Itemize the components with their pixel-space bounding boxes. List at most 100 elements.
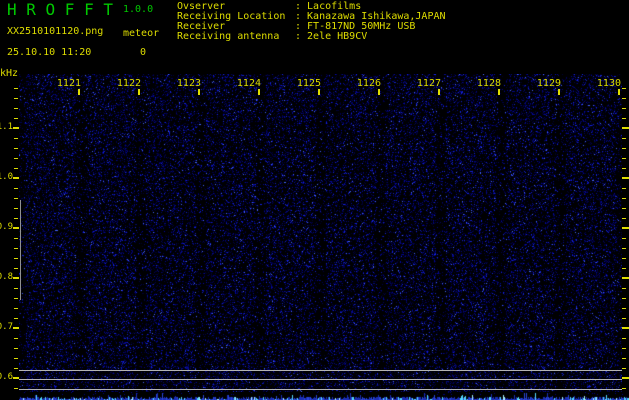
station-info-label: Receiving antenna	[177, 32, 295, 42]
freq-minor-tick-right	[622, 388, 626, 389]
station-info: Ovserver:LacofilmsReceiving Location:Kan…	[177, 2, 446, 42]
freq-tick-label: 0.6	[0, 373, 13, 382]
time-tick	[258, 89, 260, 95]
freq-minor-tick-right	[622, 258, 626, 259]
freq-major-tick-right	[622, 377, 629, 379]
freq-minor-tick-right	[622, 168, 626, 169]
freq-minor-tick-left	[14, 308, 18, 309]
time-tick	[618, 89, 620, 95]
station-info-row: Receiving antenna:2ele HB9CV	[177, 32, 446, 42]
freq-major-tick-right	[622, 227, 629, 229]
freq-minor-tick-left	[14, 358, 18, 359]
freq-minor-tick-right	[622, 358, 626, 359]
freq-minor-tick-right	[622, 118, 626, 119]
freq-minor-tick-right	[622, 308, 626, 309]
freq-minor-tick-left	[14, 318, 18, 319]
freq-minor-tick-left	[14, 148, 18, 149]
time-tick-label: 1128	[477, 79, 501, 89]
time-tick	[498, 89, 500, 95]
freq-major-tick-left	[13, 227, 19, 229]
freq-minor-tick-right	[622, 318, 626, 319]
freq-minor-tick-left	[14, 238, 18, 239]
freq-major-tick-right	[622, 127, 629, 129]
echo-count: 0	[140, 48, 146, 58]
station-info-value: 2ele HB9CV	[307, 32, 367, 42]
observation-datetime: 25.10.10 11:20	[7, 48, 91, 58]
freq-major-tick-left	[13, 127, 19, 129]
time-tick-label: 1121	[57, 79, 81, 89]
app-version: 1.0.0	[123, 5, 153, 15]
freq-minor-tick-left	[14, 218, 18, 219]
freq-minor-tick-right	[622, 288, 626, 289]
freq-minor-tick-left	[14, 118, 18, 119]
freq-minor-tick-right	[622, 238, 626, 239]
freq-major-tick-left	[13, 177, 19, 179]
freq-major-tick-right	[622, 177, 629, 179]
freq-minor-tick-right	[622, 138, 626, 139]
freq-minor-tick-right	[622, 108, 626, 109]
time-tick-label: 1122	[117, 79, 141, 89]
freq-minor-tick-left	[14, 348, 18, 349]
carrier-signal-line	[19, 379, 622, 380]
time-tick-label: 1130	[597, 79, 621, 89]
freq-tick-label: 0.9	[0, 223, 13, 232]
freq-major-tick-right	[622, 277, 629, 279]
time-tick-label: 1129	[537, 79, 561, 89]
hrofft-window: H R O F F T 1.0.0 XX2510101120.png meteo…	[0, 0, 629, 400]
freq-minor-tick-left	[14, 138, 18, 139]
freq-minor-tick-left	[14, 108, 18, 109]
freq-minor-tick-right	[622, 148, 626, 149]
output-filename: XX2510101120.png	[7, 27, 103, 37]
freq-minor-tick-right	[622, 188, 626, 189]
freq-minor-tick-right	[622, 208, 626, 209]
freq-tick-label: 1.1	[0, 123, 13, 132]
freq-tick-label: 1.0	[0, 173, 13, 182]
app-title: H R O F F T	[7, 2, 113, 18]
freq-tick-label: 0.8	[0, 273, 13, 282]
freq-minor-tick-right	[622, 218, 626, 219]
time-tick-label: 1123	[177, 79, 201, 89]
freq-minor-tick-right	[622, 348, 626, 349]
freq-minor-tick-right	[622, 158, 626, 159]
freq-minor-tick-left	[14, 208, 18, 209]
time-tick-label: 1127	[417, 79, 441, 89]
time-tick	[78, 89, 80, 95]
freq-tick-label: 0.7	[0, 323, 13, 332]
freq-minor-tick-left	[14, 188, 18, 189]
freq-minor-tick-left	[14, 338, 18, 339]
time-tick-label: 1126	[357, 79, 381, 89]
freq-minor-tick-left	[14, 98, 18, 99]
freq-minor-tick-right	[622, 198, 626, 199]
freq-minor-tick-left	[14, 88, 18, 89]
freq-minor-tick-left	[14, 268, 18, 269]
carrier-signal-line	[19, 389, 622, 390]
signal-level-strip	[19, 392, 629, 400]
freq-minor-tick-left	[14, 158, 18, 159]
freq-minor-tick-left	[14, 298, 18, 299]
freq-minor-tick-right	[622, 368, 626, 369]
freq-minor-tick-right	[622, 268, 626, 269]
freq-major-tick-right	[622, 327, 629, 329]
time-tick	[378, 89, 380, 95]
freq-minor-tick-left	[14, 388, 18, 389]
freq-minor-tick-right	[622, 98, 626, 99]
freq-minor-tick-left	[14, 198, 18, 199]
time-tick	[198, 89, 200, 95]
time-tick-label: 1125	[297, 79, 321, 89]
freq-major-tick-left	[13, 327, 19, 329]
carrier-signal-line	[19, 370, 622, 371]
freq-minor-tick-right	[622, 88, 626, 89]
observation-mode-label: meteor	[123, 29, 159, 39]
freq-minor-tick-left	[14, 168, 18, 169]
time-tick	[558, 89, 560, 95]
spectrogram-canvas	[19, 74, 622, 392]
freq-major-tick-left	[13, 277, 19, 279]
freq-minor-tick-left	[14, 258, 18, 259]
freq-minor-tick-right	[622, 338, 626, 339]
time-tick	[138, 89, 140, 95]
time-tick	[318, 89, 320, 95]
station-info-separator: :	[295, 32, 301, 42]
freq-minor-tick-left	[14, 368, 18, 369]
freq-minor-tick-left	[14, 248, 18, 249]
freq-unit-label: kHz	[0, 69, 18, 79]
